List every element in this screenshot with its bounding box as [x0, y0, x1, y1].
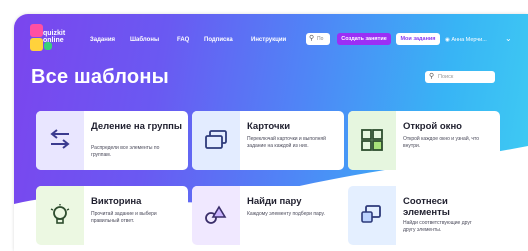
user-menu[interactable]: ◉ Анна Мерчи...: [445, 37, 487, 43]
logo-tile-yellow: [30, 38, 43, 51]
search-icon: ⚲: [309, 35, 315, 42]
match-items-icon: [361, 205, 381, 223]
grid-windows-icon: [361, 129, 383, 151]
template-card-match[interactable]: Соотнеси элементы Найди соответствующие …: [348, 186, 500, 245]
template-card-groups[interactable]: Деление на группы Распредели все элемент…: [36, 111, 188, 170]
cards-stack-icon: [205, 130, 227, 149]
card-description: Каждому элементу подбери пару.: [247, 211, 325, 217]
lightbulb-icon: [50, 204, 70, 224]
header-search-input[interactable]: ⚲ По: [306, 33, 330, 45]
logo-tile-pink: [30, 24, 43, 37]
card-title: Карточки: [247, 121, 291, 132]
top-nav: quizkit online Задания Шаблоны FAQ Подпи…: [14, 14, 528, 62]
template-card-flashcards[interactable]: Карточки Переключай карточки и выполняй …: [192, 111, 344, 170]
card-icon-box: [36, 186, 84, 245]
card-title: Соотнеси элементы: [403, 196, 450, 218]
chevron-down-icon[interactable]: ⌄: [505, 34, 512, 43]
card-icon-box: [348, 111, 396, 170]
card-title: Открой окно: [403, 121, 462, 132]
app-frame: quizkit online Задания Шаблоны FAQ Подпи…: [14, 14, 528, 251]
templates-search-input[interactable]: ⚲ Поиск: [425, 71, 495, 83]
my-tasks-button[interactable]: Мои задания: [396, 33, 440, 45]
nav-link-subscription[interactable]: Подписка: [204, 37, 233, 43]
logo-text: quizkit online: [43, 30, 66, 44]
template-card-find-pair[interactable]: Найди пару Каждому элементу подбери пару…: [192, 186, 344, 245]
card-description: Открой каждое окно и узнай, что внутри.: [403, 136, 480, 149]
user-name: Анна Мерчи...: [451, 37, 487, 43]
card-icon-box: [36, 111, 84, 170]
card-title: Деление на группы: [91, 121, 183, 132]
logo[interactable]: quizkit online: [30, 24, 80, 54]
nav-link-templates[interactable]: Шаблоны: [130, 37, 159, 43]
nav-link-faq[interactable]: FAQ: [177, 37, 189, 43]
shapes-pair-icon: [205, 205, 227, 224]
user-icon: ◉: [445, 37, 450, 43]
search-icon: ⚲: [429, 73, 435, 80]
create-lesson-button[interactable]: Создать занятие: [337, 33, 391, 45]
card-description: Переключай карточки и выполняй задание н…: [247, 136, 326, 149]
nav-link-instructions[interactable]: Инструкции: [251, 37, 286, 43]
card-description: Найди соответствующие друг другу элемент…: [403, 220, 472, 233]
template-card-quiz[interactable]: Викторина Прочитай задание и выбери прав…: [36, 186, 188, 245]
card-icon-box: [192, 186, 240, 245]
card-description: Распредели все элементы по группам.: [91, 145, 160, 158]
split-arrows-icon: [50, 129, 70, 149]
card-title: Викторина: [91, 196, 142, 207]
page-title: Все шаблоны: [31, 66, 169, 88]
templates-search-placeholder: Поиск: [438, 74, 454, 80]
header-search-placeholder: По: [317, 36, 324, 42]
card-icon-box: [348, 186, 396, 245]
template-card-open-window[interactable]: Открой окно Открой каждое окно и узнай, …: [348, 111, 500, 170]
card-icon-box: [192, 111, 240, 170]
card-description: Прочитай задание и выбери правильный отв…: [91, 211, 157, 224]
nav-link-tasks[interactable]: Задания: [90, 37, 115, 43]
card-title: Найди пару: [247, 196, 302, 207]
